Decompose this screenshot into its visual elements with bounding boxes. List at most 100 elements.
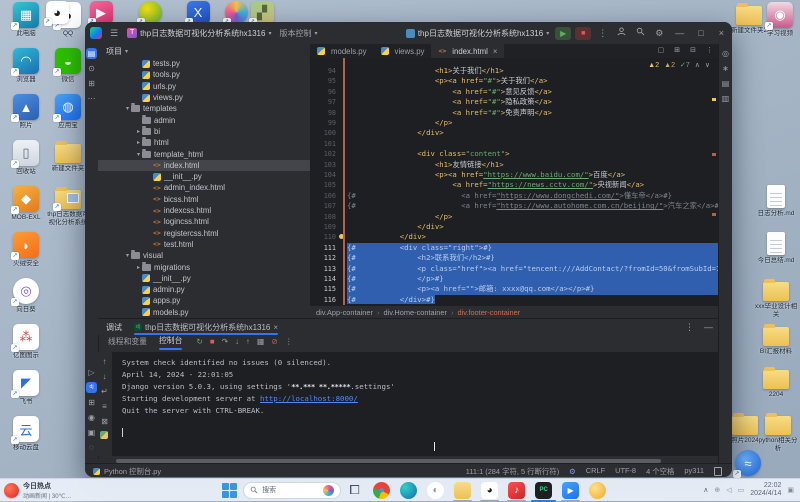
desktop-icon-right-2[interactable]: 日志分析.md: [754, 185, 798, 218]
taskbar-qq-icon[interactable]: ◕: [476, 482, 503, 499]
code-line-103[interactable]: 103 <h1>友情链接</h1>: [310, 160, 718, 170]
caret-position[interactable]: 111:1 (284 字符, 5 行断行符): [466, 466, 559, 477]
desktop-icon-right-8[interactable]: python相关分析: [756, 412, 800, 452]
taskbar-copilot-icon[interactable]: ◐: [422, 482, 449, 499]
statusbar-item-py311[interactable]: py311: [684, 466, 704, 477]
view-breakpoints-icon[interactable]: ▦: [257, 337, 264, 346]
desktop-icon-right-9[interactable]: ≈↗: [726, 450, 770, 476]
expanded-arrow-icon[interactable]: ▾: [135, 151, 142, 158]
tray-expand-icon[interactable]: ∧: [703, 486, 708, 494]
news-widget[interactable]: 今日热点 动画新闻 | 30℃…: [4, 481, 124, 500]
search-everywhere-button[interactable]: [631, 22, 650, 44]
desktop-icon-swirl[interactable]: ↗: [223, 1, 249, 24]
code-line-113[interactable]: 113{# <p class="href"><a href="tencent:/…: [310, 264, 718, 274]
desktop-icon-移动云盘[interactable]: 云↗移动云盘: [4, 416, 48, 452]
taskbar-explorer-icon[interactable]: [449, 482, 476, 499]
desktop-icon-微信[interactable]: ◒↗微信: [46, 48, 90, 84]
desktop-icon-qq[interactable]: ◕↗: [44, 1, 70, 24]
tree-item-index.html[interactable]: <>index.html: [98, 160, 310, 171]
vcs-widget[interactable]: 版本控制 ▾: [275, 28, 321, 39]
console-link[interactable]: http://localhost:8000/: [260, 394, 358, 403]
more-actions-button[interactable]: ⋮: [593, 22, 612, 44]
desktop-icon-right-6[interactable]: 2204: [754, 366, 798, 399]
tree-item-__init__.py[interactable]: __init__.py: [98, 171, 310, 182]
code-line-116[interactable]: 116{# </div>#}: [310, 295, 718, 305]
tree-item-logincss.html[interactable]: <>logincss.html: [98, 216, 310, 227]
taskbar-chrome-icon[interactable]: ●: [368, 482, 395, 499]
rerun-icon[interactable]: ↻: [196, 337, 203, 346]
notification-center-icon[interactable]: ▣: [787, 486, 794, 494]
settings-sync-icon[interactable]: ⚙: [569, 467, 576, 476]
step-over-icon[interactable]: ↷: [222, 337, 229, 346]
breadcrumb-item[interactable]: div.Home-container: [383, 308, 447, 317]
desktop-icon-飞书[interactable]: ◤↗飞书: [4, 370, 48, 406]
code-editor[interactable]: 94 <h1>关于我们</h1>95 <p><a href="#">关于我们</…: [310, 58, 718, 305]
tree-item-template_html[interactable]: ▾template_html: [98, 148, 310, 159]
more-tools-icon[interactable]: ⋯: [86, 93, 97, 104]
taskbar-docs-icon[interactable]: ▶: [557, 482, 584, 499]
stop-button[interactable]: ■: [575, 27, 591, 40]
soft-wrap-icon[interactable]: ↵: [99, 386, 110, 397]
run-button[interactable]: ▶: [555, 27, 571, 40]
code-line-108[interactable]: 108 </p>: [310, 212, 718, 222]
code-line-111[interactable]: 111{# <div class="right">#}: [310, 243, 718, 253]
tray-volume-icon[interactable]: ◁: [726, 486, 731, 494]
close-icon[interactable]: ×: [493, 47, 498, 56]
tree-item-html[interactable]: ▸html: [98, 137, 310, 148]
code-line-112[interactable]: 112{# <h2>联系我们</h2>#}: [310, 253, 718, 263]
code-line-107[interactable]: 107{# <a href="https://www.autohome.com.…: [310, 201, 718, 211]
tree-item-bi[interactable]: ▸bi: [98, 126, 310, 137]
code-line-110[interactable]: 110 </div>: [310, 232, 718, 242]
tree-item-test.html[interactable]: <>test.html: [98, 239, 310, 250]
gradle-icon[interactable]: ▥: [720, 93, 731, 104]
desktop-icon-map[interactable]: ▞↗: [249, 1, 275, 24]
close-icon[interactable]: ×: [273, 323, 278, 332]
structure-tool-icon[interactable]: ⊞: [86, 78, 97, 89]
collapsed-arrow-icon[interactable]: ▸: [135, 264, 142, 271]
commit-tool-icon[interactable]: ⊙: [86, 63, 97, 74]
tree-item-views.py[interactable]: views.py: [98, 92, 310, 103]
services-tool-icon[interactable]: ⊞: [86, 397, 97, 408]
system-tray[interactable]: ∧ ⊕ ◁ ▭ 22:02 2024/4/14 ▣: [703, 482, 794, 498]
desktop-icon-right-5[interactable]: BI汇报材料: [754, 323, 798, 356]
breadcrumb-item[interactable]: div.App-container: [316, 308, 373, 317]
screenshot-icon[interactable]: [100, 431, 108, 439]
start-button[interactable]: [222, 483, 237, 498]
desktop-icon-MOB-EXL[interactable]: ◆↗MOB-EXL: [4, 186, 48, 222]
collapsed-arrow-icon[interactable]: ▸: [135, 128, 142, 135]
tree-item-models.py[interactable]: models.py: [98, 307, 310, 318]
code-line-101[interactable]: 101: [310, 139, 718, 149]
taskbar-edge-icon[interactable]: [395, 482, 422, 499]
code-line-98[interactable]: 98 <a href="#">免责声明</a>: [310, 108, 718, 118]
statusbar-item-CRLF[interactable]: CRLF: [586, 466, 605, 477]
project-widget[interactable]: T thp日志数据可视化分析系统hx1316 ▾: [123, 28, 275, 39]
tree-item-visual[interactable]: ▾visual: [98, 250, 310, 261]
tree-item-registercss.html[interactable]: <>registercss.html: [98, 228, 310, 239]
search-box[interactable]: 搜索: [243, 482, 341, 499]
main-menu-button[interactable]: ☰: [105, 22, 123, 44]
more-icon[interactable]: ⋮: [285, 337, 293, 346]
expanded-arrow-icon[interactable]: ▾: [124, 252, 131, 259]
code-line-96[interactable]: 96 <a href="#">意见反馈</a>: [310, 87, 718, 97]
tray-battery-icon[interactable]: ▭: [738, 486, 745, 494]
tree-item-urls.py[interactable]: urls.py: [98, 81, 310, 92]
tree-item-tests.py[interactable]: tests.py: [98, 58, 310, 69]
code-line-109[interactable]: 109 </div>: [310, 222, 718, 232]
tree-item-admin.py[interactable]: admin.py: [98, 284, 310, 295]
tab-views.py[interactable]: views.py: [374, 44, 432, 58]
scroll-up-icon[interactable]: ↑: [99, 356, 110, 367]
tree-item-__init__.py[interactable]: __init__.py: [98, 273, 310, 284]
breadcrumb-item[interactable]: div.footer-container: [457, 308, 520, 317]
expanded-arrow-icon[interactable]: ▾: [124, 105, 131, 112]
desktop-icon-right-4[interactable]: xxx毕业设计相关: [754, 278, 798, 318]
desktop-icon-火绒安全[interactable]: ◗↗火绒安全: [4, 232, 48, 268]
desktop-icon-right-1[interactable]: ◉↗学习视频: [758, 2, 800, 38]
step-into-icon[interactable]: ↓: [235, 337, 239, 346]
code-line-102[interactable]: 102 <div class="content">: [310, 149, 718, 159]
readonly-lock-icon[interactable]: [714, 467, 722, 476]
statusbar-item-4 个空格[interactable]: 4 个空格: [646, 466, 674, 477]
inspections-widget[interactable]: ▲2 ▲2 ✓7 ∧ ∨: [648, 61, 710, 69]
clear-console-icon[interactable]: ⊠: [99, 416, 110, 427]
run-tool-icon[interactable]: ▷: [86, 367, 97, 378]
taskbar-disk-icon[interactable]: [584, 482, 611, 499]
